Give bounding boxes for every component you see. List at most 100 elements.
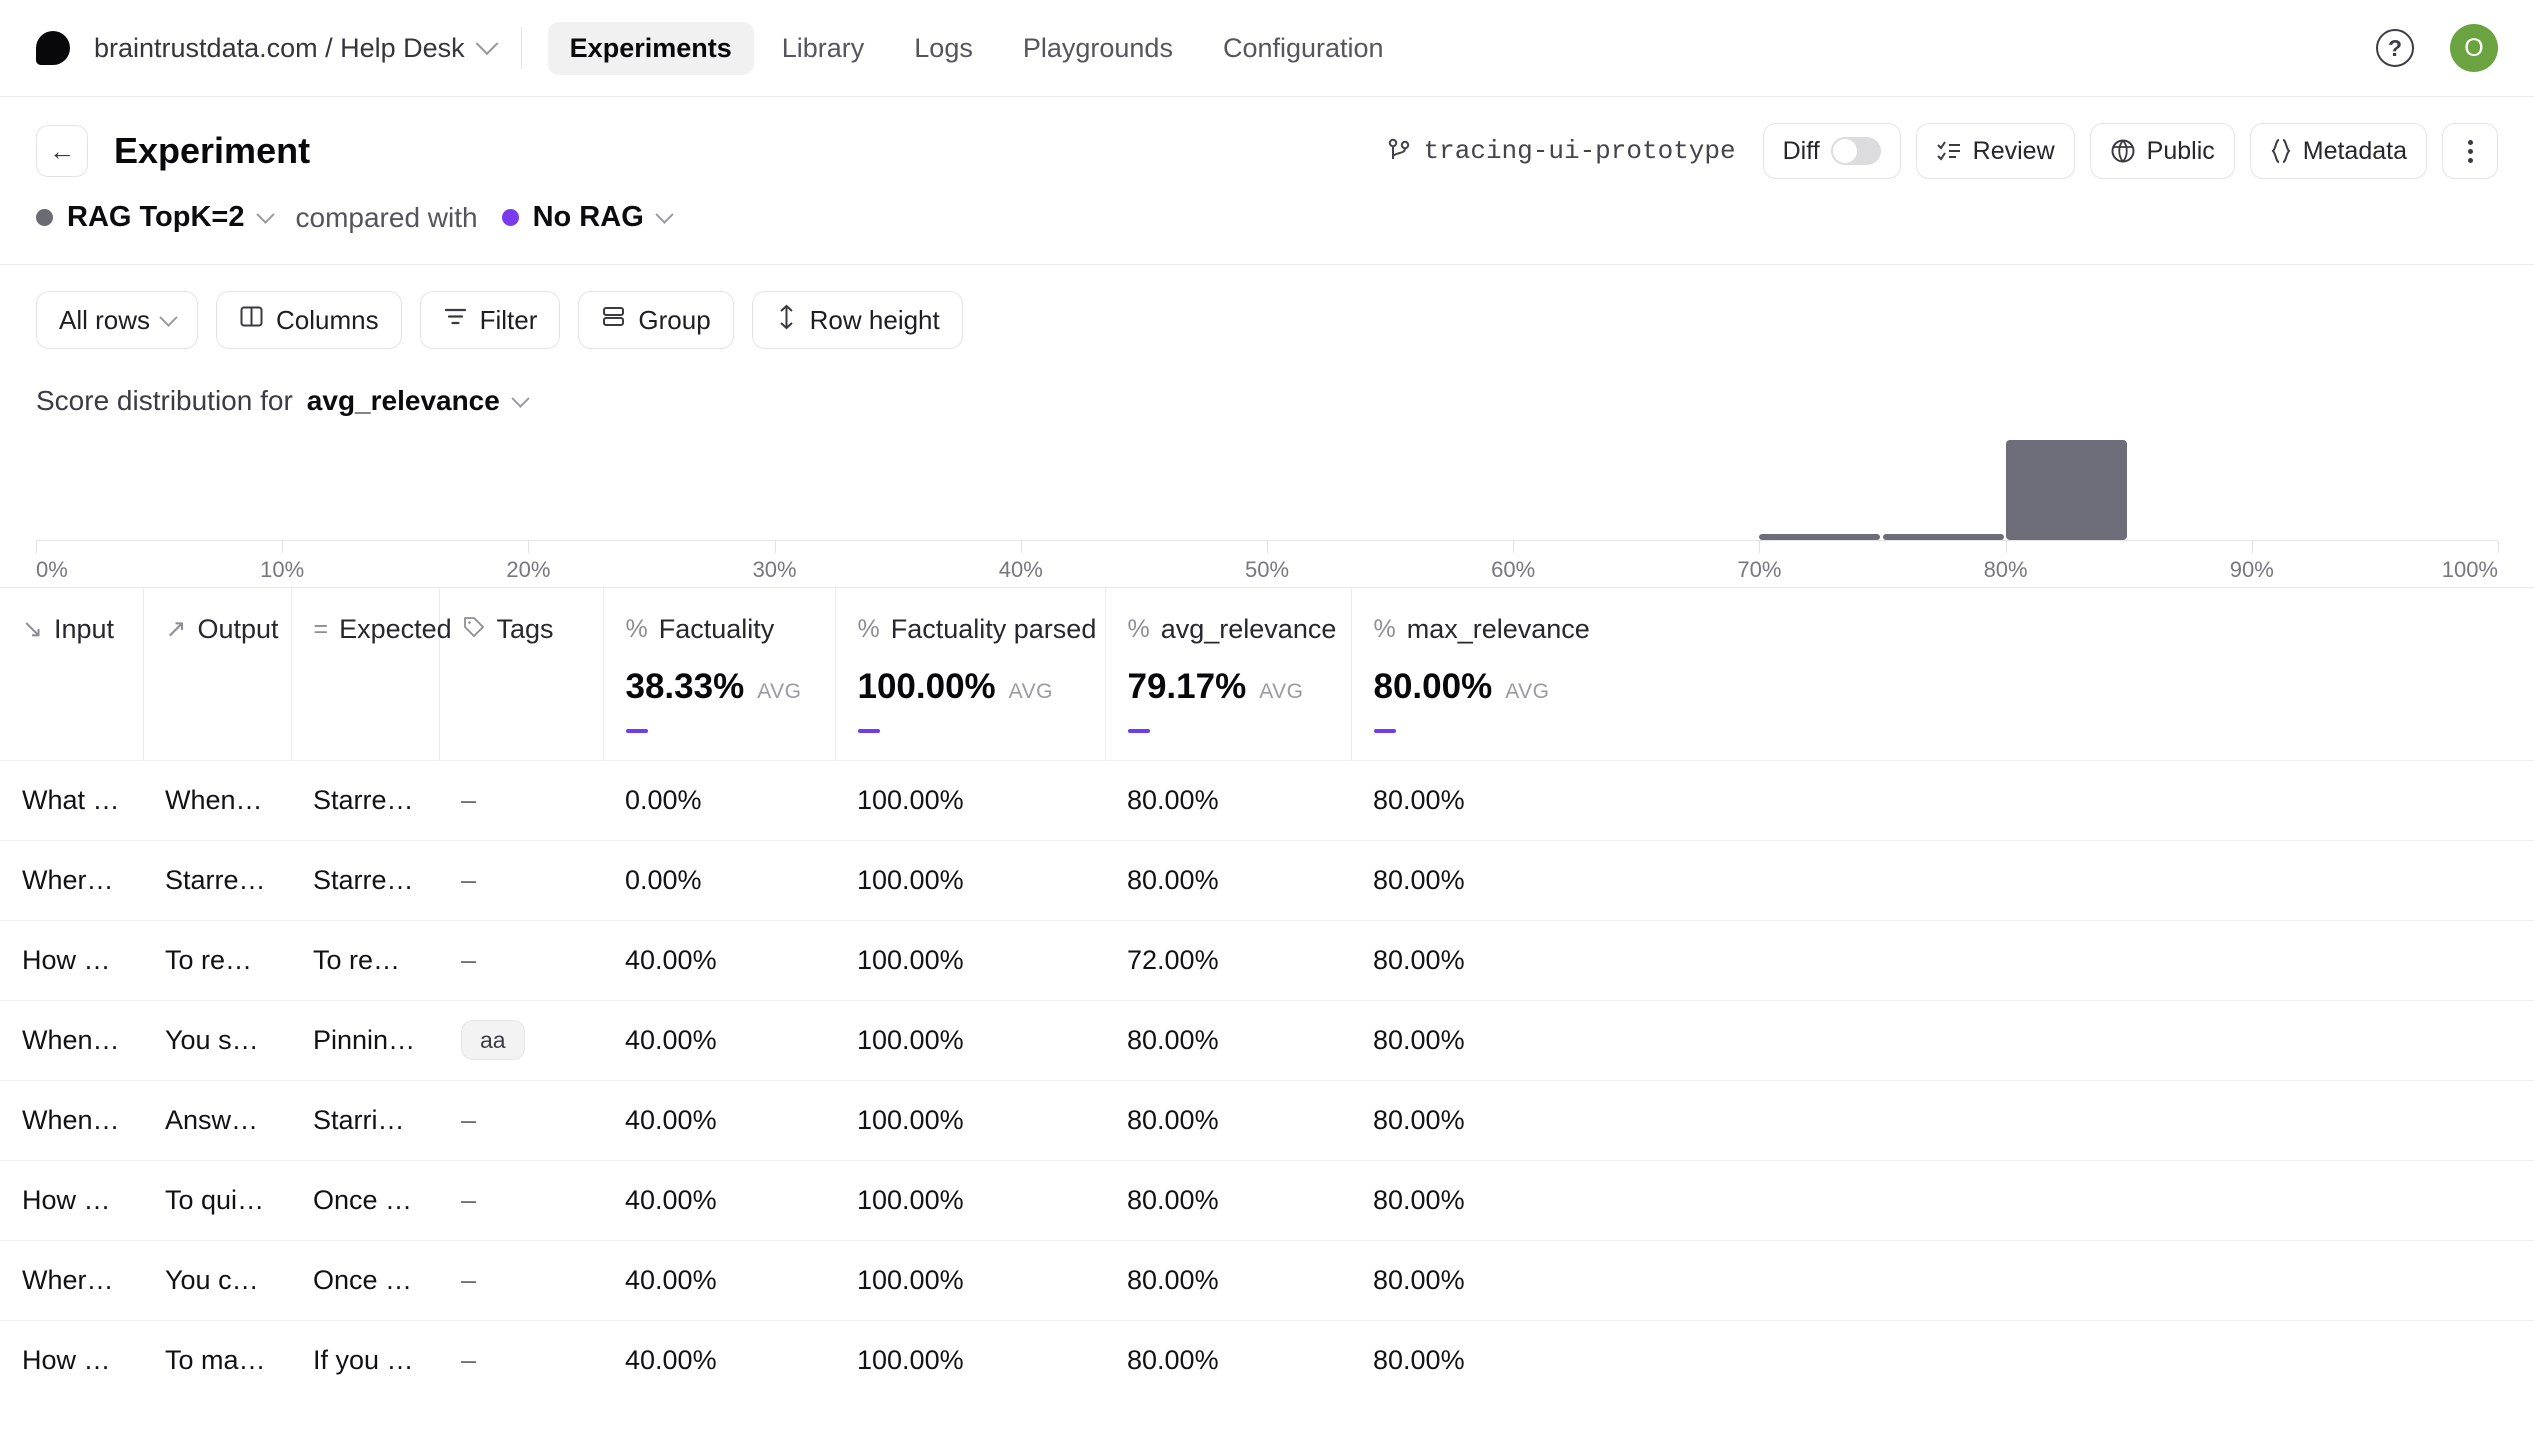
group-button[interactable]: Group bbox=[578, 291, 734, 349]
more-vertical-icon[interactable] bbox=[2442, 123, 2498, 179]
cell-avg_relevance[interactable]: 72.00% bbox=[1105, 919, 1351, 1000]
cell-avg_relevance[interactable]: 80.00% bbox=[1105, 1079, 1351, 1160]
table-row[interactable]: Where do star...Starred docs ...Starred … bbox=[0, 839, 2534, 920]
histogram-bar[interactable] bbox=[1882, 534, 2004, 540]
cell-input[interactable]: When should I... bbox=[0, 1079, 143, 1160]
cell-avg_relevance[interactable]: 80.00% bbox=[1105, 759, 1351, 840]
help-circle-icon[interactable]: ? bbox=[2376, 29, 2414, 67]
review-button[interactable]: Review bbox=[1915, 123, 2075, 179]
column-header-factuality[interactable]: % Factuality 38.33% AVG bbox=[603, 588, 836, 760]
cell-factuality_parsed[interactable]: 100.00% bbox=[835, 1319, 1105, 1400]
column-header-tags[interactable]: Tags bbox=[439, 588, 604, 760]
tab-logs[interactable]: Logs bbox=[892, 22, 995, 75]
tab-playgrounds[interactable]: Playgrounds bbox=[1001, 22, 1195, 75]
table-row[interactable]: Where can I a...You can acce...Once you … bbox=[0, 1239, 2534, 1320]
cell-tags[interactable]: aa bbox=[439, 999, 603, 1080]
cell-tags[interactable]: – bbox=[439, 839, 603, 920]
cell-input[interactable]: How do I quic... bbox=[0, 1159, 143, 1240]
all-rows-button[interactable]: All rows bbox=[36, 291, 199, 349]
cell-avg_relevance[interactable]: 80.00% bbox=[1105, 1159, 1351, 1240]
cell-factuality_parsed[interactable]: 100.00% bbox=[835, 1239, 1105, 1320]
cell-tags[interactable]: – bbox=[439, 1079, 603, 1160]
row-height-button[interactable]: Row height bbox=[751, 291, 963, 349]
cell-output[interactable]: To quickly fin... bbox=[143, 1159, 291, 1240]
cell-factuality_parsed[interactable]: 100.00% bbox=[835, 919, 1105, 1000]
cell-factuality_parsed[interactable]: 100.00% bbox=[835, 759, 1105, 840]
tab-experiments[interactable]: Experiments bbox=[547, 21, 754, 75]
back-button[interactable]: ← bbox=[36, 125, 88, 177]
table-row[interactable]: How do I remo...To remove a d...To remov… bbox=[0, 919, 2534, 1000]
column-header-avg_relevance[interactable]: % avg_relevance 79.17% AVG bbox=[1105, 588, 1352, 760]
cell-max_relevance[interactable]: 80.00% bbox=[1351, 919, 2534, 1000]
comparison-experiment-selector[interactable]: No RAG bbox=[501, 201, 674, 234]
score-distribution-header[interactable]: Score distribution for avg_relevance bbox=[0, 371, 2534, 417]
cell-max_relevance[interactable]: 80.00% bbox=[1351, 1159, 2534, 1240]
cell-factuality_parsed[interactable]: 100.00% bbox=[835, 839, 1105, 920]
cell-tags[interactable]: – bbox=[439, 1159, 603, 1240]
diff-toggle-switch[interactable] bbox=[1830, 137, 1881, 165]
cell-tags[interactable]: – bbox=[439, 1319, 603, 1400]
cell-avg_relevance[interactable]: 80.00% bbox=[1105, 839, 1351, 920]
tab-library[interactable]: Library bbox=[760, 22, 887, 75]
tag-chip[interactable]: aa bbox=[461, 1020, 525, 1060]
cell-input[interactable]: How do I remo... bbox=[0, 919, 143, 1000]
cell-factuality[interactable]: 40.00% bbox=[603, 999, 835, 1080]
cell-expected[interactable]: If you want to ... bbox=[291, 1319, 439, 1400]
column-header-expected[interactable]: = Expected bbox=[291, 588, 452, 760]
cell-factuality[interactable]: 40.00% bbox=[603, 1239, 835, 1320]
column-header-max_relevance[interactable]: % max_relevance 80.00% AVG bbox=[1351, 588, 2534, 760]
cell-max_relevance[interactable]: 80.00% bbox=[1351, 759, 2534, 840]
cell-factuality[interactable]: 0.00% bbox=[603, 839, 835, 920]
cell-output[interactable]: To make short... bbox=[143, 1319, 291, 1400]
diff-toggle-button[interactable]: Diff bbox=[1762, 123, 1901, 179]
cell-max_relevance[interactable]: 80.00% bbox=[1351, 839, 2534, 920]
cell-factuality[interactable]: 40.00% bbox=[603, 1319, 835, 1400]
cell-output[interactable]: To remove a d... bbox=[143, 919, 291, 1000]
cell-factuality[interactable]: 40.00% bbox=[603, 1159, 835, 1240]
column-header-input[interactable]: ↘ Input bbox=[0, 588, 144, 760]
histogram-bar[interactable] bbox=[2005, 440, 2127, 540]
cell-output[interactable]: Starred docs ... bbox=[143, 839, 291, 920]
cell-factuality[interactable]: 40.00% bbox=[603, 1079, 835, 1160]
filter-button[interactable]: Filter bbox=[419, 291, 561, 349]
table-row[interactable]: What happens...When you star...Starred d… bbox=[0, 759, 2534, 840]
cell-factuality_parsed[interactable]: 100.00% bbox=[835, 999, 1105, 1080]
cell-factuality[interactable]: 40.00% bbox=[603, 919, 835, 1000]
base-experiment-selector[interactable]: RAG TopK=2 bbox=[36, 201, 275, 234]
table-row[interactable]: How do I quic...To quickly fin...Once yo… bbox=[0, 1159, 2534, 1240]
cell-tags[interactable]: – bbox=[439, 759, 603, 840]
metadata-button[interactable]: Metadata bbox=[2249, 123, 2427, 179]
cell-expected[interactable]: Starred docs ... bbox=[291, 759, 439, 840]
cell-input[interactable]: How can I ma... bbox=[0, 1319, 143, 1400]
cell-expected[interactable]: Once you star ... bbox=[291, 1159, 439, 1240]
cell-tags[interactable]: – bbox=[439, 919, 603, 1000]
breadcrumb[interactable]: braintrustdata.com / Help Desk bbox=[94, 32, 498, 64]
cell-output[interactable]: You can acce... bbox=[143, 1239, 291, 1320]
cell-factuality_parsed[interactable]: 100.00% bbox=[835, 1079, 1105, 1160]
cell-output[interactable]: Answer: You s... bbox=[143, 1079, 291, 1160]
cell-factuality_parsed[interactable]: 100.00% bbox=[835, 1159, 1105, 1240]
cell-tags[interactable]: – bbox=[439, 1239, 603, 1320]
cell-input[interactable]: What happens... bbox=[0, 759, 143, 840]
table-row[interactable]: When should I...Answer: You s...Starring… bbox=[0, 1079, 2534, 1160]
cell-avg_relevance[interactable]: 80.00% bbox=[1105, 1319, 1351, 1400]
histogram-bar[interactable] bbox=[1759, 534, 1881, 540]
cell-input[interactable]: Where do star... bbox=[0, 839, 143, 920]
cell-input[interactable]: Where can I a... bbox=[0, 1239, 143, 1320]
cell-expected[interactable]: Pinning is rec... bbox=[291, 999, 439, 1080]
columns-button[interactable]: Columns bbox=[216, 291, 402, 349]
tab-configuration[interactable]: Configuration bbox=[1201, 22, 1406, 75]
cell-output[interactable]: You should pi... bbox=[143, 999, 291, 1080]
cell-factuality[interactable]: 0.00% bbox=[603, 759, 835, 840]
public-button[interactable]: Public bbox=[2089, 123, 2235, 179]
cell-max_relevance[interactable]: 80.00% bbox=[1351, 1319, 2534, 1400]
column-header-factuality-parsed[interactable]: % Factuality parsed 100.00% AVG bbox=[835, 588, 1106, 760]
cell-expected[interactable]: To remove a d... bbox=[291, 919, 439, 1000]
cell-expected[interactable]: Starring docs ... bbox=[291, 1079, 439, 1160]
cell-output[interactable]: When you star... bbox=[143, 759, 291, 840]
cell-max_relevance[interactable]: 80.00% bbox=[1351, 1079, 2534, 1160]
column-header-output[interactable]: ↗ Output bbox=[143, 588, 292, 760]
table-row[interactable]: When should I...You should pi...Pinning … bbox=[0, 999, 2534, 1080]
cell-expected[interactable]: Once you star ... bbox=[291, 1239, 439, 1320]
cell-max_relevance[interactable]: 80.00% bbox=[1351, 1239, 2534, 1320]
